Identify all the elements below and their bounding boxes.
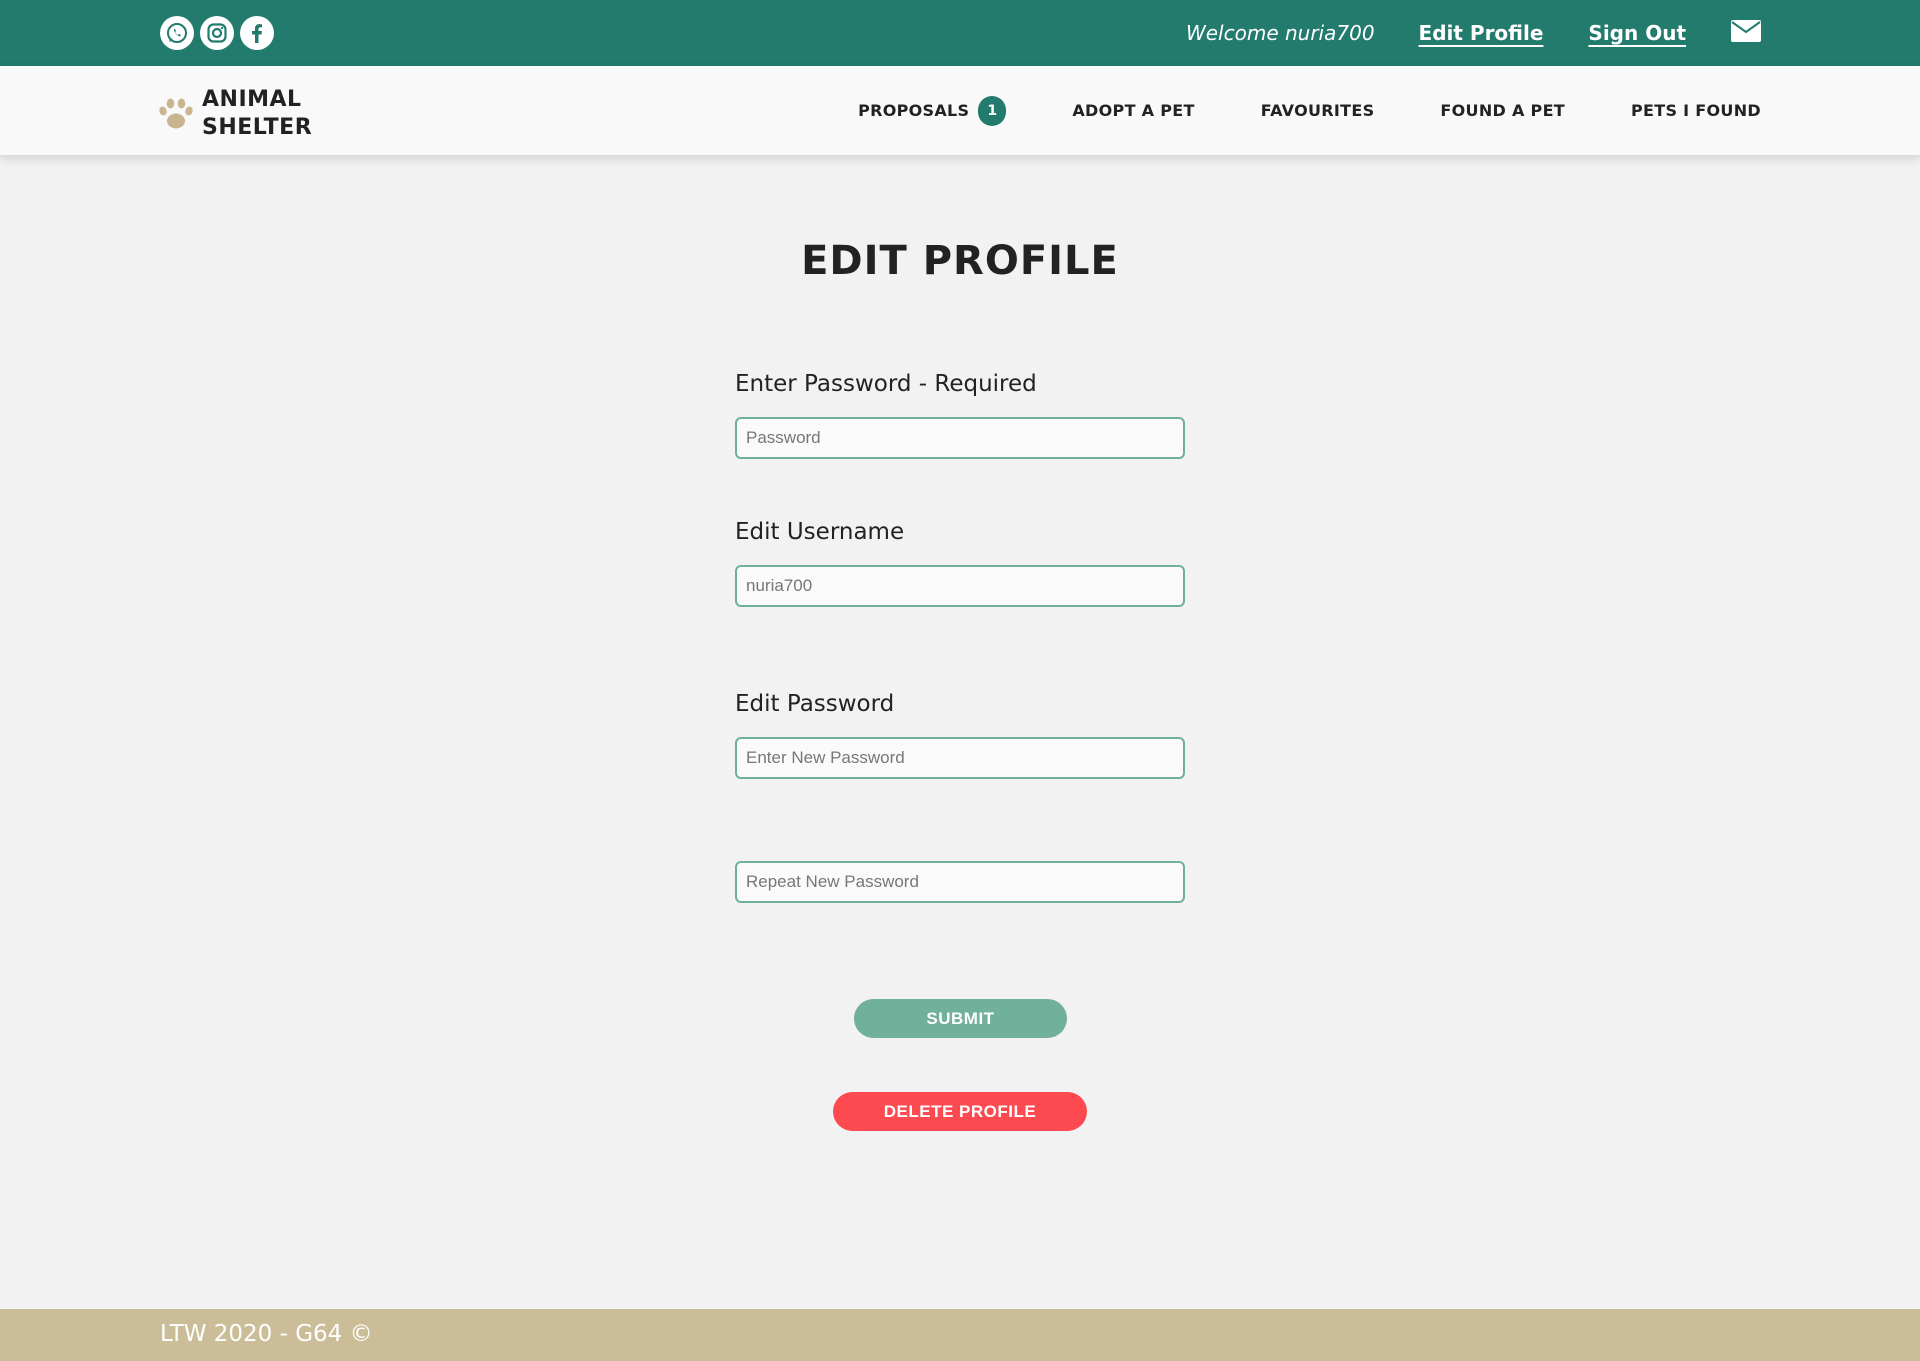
facebook-icon[interactable] [240, 16, 274, 50]
current-password-label: Enter Password - Required [735, 371, 1037, 397]
nav-item-adopt-a-pet[interactable]: ADOPT A PET [1072, 101, 1194, 120]
new-password-label: Edit Password [735, 691, 895, 717]
nav-item-pets-i-found[interactable]: PETS I FOUND [1631, 101, 1761, 120]
logo-line-1: ANIMAL [202, 87, 302, 112]
footer: LTW 2020 - G64 © [0, 1309, 1920, 1361]
footer-text: LTW 2020 - G64 © [160, 1321, 373, 1347]
proposals-count-badge: 1 [978, 95, 1007, 126]
top-bar: Welcome nuria700 Edit Profile Sign Out [0, 0, 1920, 66]
delete-profile-button[interactable]: DELETE PROFILE [833, 1092, 1087, 1131]
nav-item-proposals[interactable]: PROPOSALS 1 [858, 95, 1007, 126]
nav-item-found-a-pet[interactable]: FOUND A PET [1440, 101, 1565, 120]
main-nav: ANIMAL SHELTER PROPOSALS 1 ADOPT A PET F… [0, 66, 1920, 155]
new-password-input[interactable] [735, 737, 1185, 779]
username-input[interactable] [735, 565, 1185, 607]
nav-menu: PROPOSALS 1 ADOPT A PET FAVOURITES FOUND… [858, 66, 1761, 155]
sign-out-link[interactable]: Sign Out [1588, 21, 1686, 45]
username-label: Edit Username [735, 519, 905, 545]
paw-icon [159, 98, 193, 129]
nav-item-label: PROPOSALS [858, 101, 970, 120]
nav-item-favourites[interactable]: FAVOURITES [1261, 101, 1375, 120]
edit-profile-link[interactable]: Edit Profile [1419, 21, 1544, 45]
page-title: EDIT PROFILE [801, 238, 1119, 284]
welcome-text: Welcome nuria700 [1185, 21, 1375, 45]
logo-line-2: SHELTER [202, 115, 313, 140]
whatsapp-icon[interactable] [160, 16, 194, 50]
logo-text: ANIMAL SHELTER [202, 86, 312, 142]
logo[interactable]: ANIMAL SHELTER [158, 86, 312, 142]
repeat-password-input[interactable] [735, 861, 1185, 903]
submit-button[interactable]: SUBMIT [854, 999, 1067, 1038]
mail-icon[interactable] [1731, 20, 1761, 46]
current-password-input[interactable] [735, 417, 1185, 459]
user-links: Welcome nuria700 Edit Profile Sign Out [1186, 0, 1761, 66]
social-links [160, 16, 274, 50]
instagram-icon[interactable] [200, 16, 234, 50]
